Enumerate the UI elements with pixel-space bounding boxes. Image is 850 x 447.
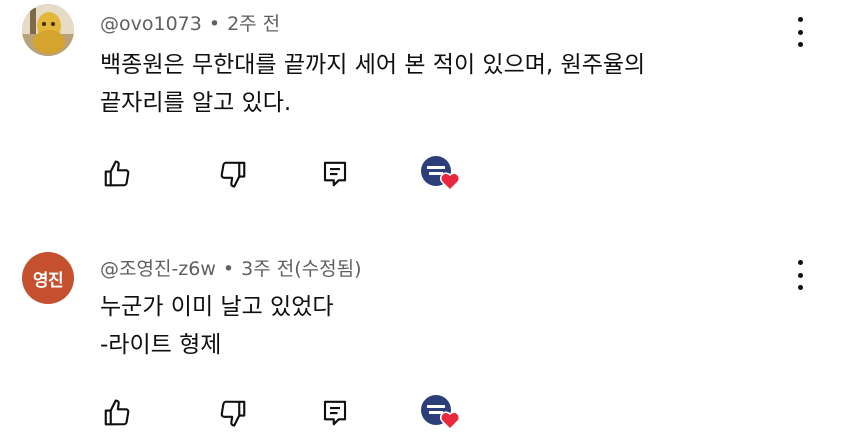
thumbs-up-icon	[104, 160, 130, 187]
comment-item: 영진 @조영진-z6w • 3주 전(수정됨) 누군가 이미 날고 있었다 -라이트…	[0, 238, 850, 447]
user-photo-avatar-icon	[22, 4, 74, 56]
avatar[interactable]: 영진	[22, 252, 74, 304]
comment-actions	[100, 393, 480, 433]
like-button[interactable]	[100, 154, 134, 194]
comment-author[interactable]: @ovo1073	[100, 13, 202, 35]
separator-dot: •	[222, 258, 235, 280]
like-button[interactable]	[100, 393, 134, 433]
reply-button[interactable]	[318, 154, 352, 194]
avatar-text: 영진	[32, 270, 64, 291]
comment-author[interactable]: @조영진-z6w	[100, 258, 216, 280]
comment-actions	[100, 154, 480, 194]
reply-icon	[323, 400, 347, 426]
comment-line: 누군가 이미 날고 있었다	[100, 294, 334, 320]
thumbs-down-icon	[220, 161, 246, 188]
comment-item: @ovo1073 • 2주 전 백종원은 무한대를 끝까지 세어 본 적이 있으며,…	[0, 0, 850, 215]
avatar[interactable]	[22, 4, 74, 56]
comment-meta: @조영진-z6w • 3주 전(수정됨)	[100, 254, 361, 281]
comment-line: 끝자리를 알고 있다.	[100, 90, 292, 116]
reply-icon	[323, 161, 347, 187]
more-options-icon[interactable]	[790, 17, 810, 47]
dislike-button[interactable]	[216, 154, 250, 194]
separator-dot: •	[208, 13, 221, 35]
creator-heart-icon	[421, 395, 461, 431]
thumbs-down-icon	[220, 400, 246, 427]
more-options-icon[interactable]	[790, 260, 810, 290]
comment-time[interactable]: 3주 전(수정됨)	[241, 258, 361, 280]
creator-heart-icon	[421, 156, 461, 192]
comment-meta: @ovo1073 • 2주 전	[100, 9, 280, 36]
thumbs-up-icon	[104, 399, 130, 426]
comment-text: 백종원은 무한대를 끝까지 세어 본 적이 있으며, 원주율의 끝자리를 알고 …	[100, 46, 645, 122]
comment-line: -라이트 형제	[100, 332, 222, 358]
reply-button[interactable]	[318, 393, 352, 433]
dislike-button[interactable]	[216, 393, 250, 433]
creator-heart-badge	[418, 393, 462, 433]
comment-time[interactable]: 2주 전	[227, 13, 280, 35]
creator-heart-badge	[418, 154, 462, 194]
comment-text: 누군가 이미 날고 있었다 -라이트 형제	[100, 288, 334, 364]
comment-line: 백종원은 무한대를 끝까지 세어 본 적이 있으며, 원주율의	[100, 52, 646, 78]
